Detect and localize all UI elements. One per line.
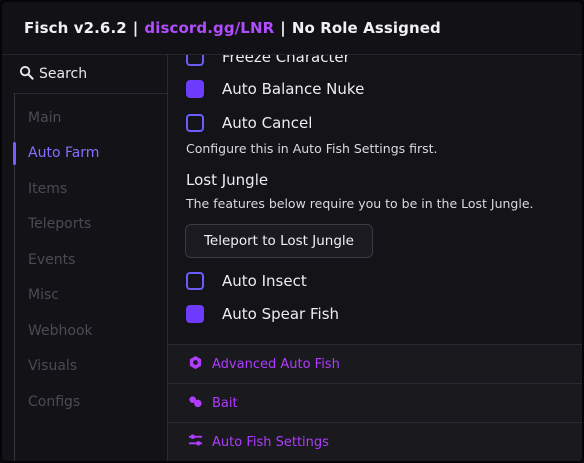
sidebar-item-visuals[interactable]: Visuals [15,349,168,385]
sidebar-item-label: Auto Farm [28,145,100,162]
sidebar-item-misc[interactable]: Misc [15,278,168,314]
toggle-auto-balance-nuke[interactable]: Auto Balance Nuke [186,80,364,98]
toggle-label: Auto Cancel [222,114,313,132]
title-bar: Fisch v2.6.2 | discord.gg/LNR | No Role … [2,2,582,55]
search-box[interactable]: Search [2,55,167,93]
section-title-lost-jungle: Lost Jungle [186,171,269,189]
checkbox[interactable] [186,55,204,66]
sidebar-item-label: Teleports [28,216,92,233]
panel-label: Auto Fish Settings [212,434,329,450]
hexagon-icon [188,355,203,374]
title-separator: | [280,19,286,37]
sidebar-item-main[interactable]: Main [15,100,168,136]
sidebar-item-label: Visuals [28,358,78,375]
teleport-lost-jungle-button[interactable]: Teleport to Lost Jungle [185,224,373,258]
panel-auto-fish-settings[interactable]: Auto Fish Settings [168,422,582,461]
bait-icon [188,394,203,413]
discord-link[interactable]: discord.gg/LNR [144,19,274,37]
role-status: No Role Assigned [291,19,441,37]
toggle-auto-spear-fish[interactable]: Auto Spear Fish [186,305,339,323]
sidebar-item-events[interactable]: Events [15,242,168,278]
sidebar-item-teleports[interactable]: Teleports [15,207,168,243]
panel-label: Advanced Auto Fish [212,356,340,372]
sidebar-nav: Main Auto Farm Items Teleports Events Mi… [13,93,168,461]
toggle-label: Auto Spear Fish [222,305,340,323]
sidebar-item-configs[interactable]: Configs [15,384,168,420]
checkbox[interactable] [186,305,204,323]
toggle-auto-insect[interactable]: Auto Insect [186,272,307,290]
title-separator: | [132,19,139,37]
sliders-icon [188,433,203,452]
sidebar-item-label: Events [28,251,76,268]
sidebar-item-webhook[interactable]: Webhook [15,313,168,349]
panel-label: Bait [212,395,238,411]
sidebar-item-label: Main [28,109,62,126]
sidebar-item-label: Items [28,180,68,197]
panel-bait[interactable]: Bait [168,383,582,422]
app-window: Fisch v2.6.2 | discord.gg/LNR | No Role … [0,0,584,463]
toggle-label: Auto Insect [222,272,307,290]
sidebar: Search Main Auto Farm Items Teleports Ev… [2,55,168,461]
sidebar-item-label: Configs [28,393,81,410]
sidebar-item-auto-farm[interactable]: Auto Farm [13,136,168,172]
checkbox[interactable] [186,80,204,98]
search-icon [19,65,34,84]
toggle-freeze-character[interactable]: Freeze Character [186,55,350,66]
auto-fish-note: Configure this in Auto Fish Settings fir… [186,141,438,156]
panel-advanced-auto-fish[interactable]: Advanced Auto Fish [168,344,582,383]
sidebar-item-label: Webhook [28,322,93,339]
toggle-label: Auto Balance Nuke [222,80,365,98]
search-label: Search [39,66,88,82]
sidebar-item-label: Misc [28,287,59,304]
toggle-auto-cancel[interactable]: Auto Cancel [186,114,312,132]
checkbox[interactable] [186,272,204,290]
sidebar-item-items[interactable]: Items [15,171,168,207]
lost-jungle-note: The features below require you to be in … [186,196,534,211]
main-content: Freeze Character Auto Balance Nuke Auto … [168,55,582,461]
app-title: Fisch v2.6.2 [24,19,127,37]
checkbox[interactable] [186,114,204,132]
toggle-label: Freeze Character [222,55,350,66]
